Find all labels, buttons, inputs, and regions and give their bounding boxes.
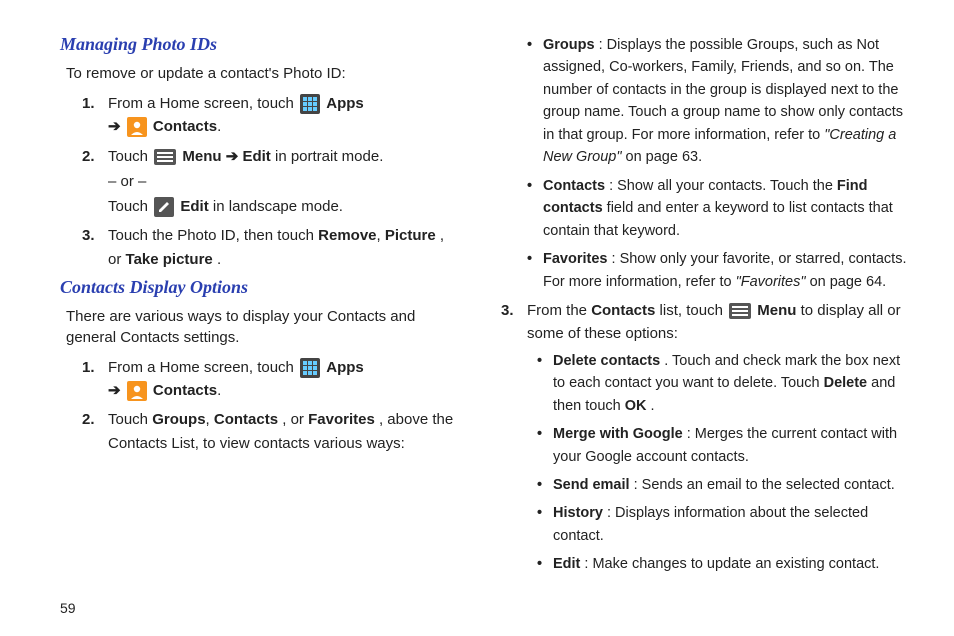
or-text: – or – [108, 170, 457, 193]
contacts-label: Contacts [214, 411, 278, 428]
apps-icon [300, 94, 320, 114]
edit-label: Edit [553, 556, 580, 572]
contacts-label: Contacts [153, 382, 217, 399]
step-text: Touch [108, 148, 152, 165]
heading-managing-photo-ids: Managing Photo IDs [60, 34, 457, 55]
step-text: Touch [108, 198, 152, 215]
step-1: From a Home screen, touch Apps ➔ Contact… [82, 356, 457, 403]
edit-icon [154, 197, 174, 217]
left-column: Managing Photo IDs To remove or update a… [60, 30, 487, 616]
step-3: From the Contacts list, touch Menu to di… [501, 299, 914, 576]
picture-label: Picture [385, 227, 436, 244]
menu-icon [154, 149, 176, 165]
contacts-icon [127, 381, 147, 401]
groups-label: Groups [543, 37, 595, 53]
contacts-label: Contacts [591, 302, 655, 319]
step-text: . [217, 251, 221, 268]
steps-list-1: From a Home screen, touch Apps ➔ Contact… [82, 92, 457, 271]
step-text: Touch [108, 411, 152, 428]
contacts-icon [127, 117, 147, 137]
bullet-text: on page 63. [626, 149, 703, 165]
step-text: From a Home screen, touch [108, 359, 298, 376]
bullet-text: . [651, 398, 655, 414]
bullet-edit: Edit : Make changes to update an existin… [537, 553, 914, 575]
favorites-label: Favorites [308, 411, 375, 428]
intro-text: To remove or update a contact's Photo ID… [66, 63, 457, 84]
bullet-merge-google: Merge with Google : Merges the current c… [537, 423, 914, 468]
bullet-delete-contacts: Delete contacts . Touch and check mark t… [537, 350, 914, 417]
delete-contacts-label: Delete contacts [553, 353, 660, 369]
right-column: Groups : Displays the possible Groups, s… [487, 30, 914, 616]
step-2: Touch Menu ➔ Edit in portrait mode. – or… [82, 145, 457, 219]
menu-label: Menu [182, 148, 221, 165]
favorites-label: Favorites [543, 251, 607, 267]
bullet-contacts: Contacts : Show all your contacts. Touch… [527, 175, 914, 242]
step-2: Touch Groups, Contacts , or Favorites , … [82, 408, 457, 455]
contacts-label: Contacts [153, 118, 217, 135]
step-text: From a Home screen, touch [108, 95, 298, 112]
step-1: From a Home screen, touch Apps ➔ Contact… [82, 92, 457, 139]
apps-label: Apps [326, 359, 364, 376]
arrow-icon: ➔ [226, 148, 243, 165]
groups-label: Groups [152, 411, 205, 428]
step-text: in portrait mode. [275, 148, 383, 165]
step-text: Touch the Photo ID, then touch [108, 227, 318, 244]
step-text: list, touch [660, 302, 728, 319]
heading-contacts-display-options: Contacts Display Options [60, 277, 457, 298]
step-text: in landscape mode. [213, 198, 343, 215]
take-picture-label: Take picture [126, 251, 213, 268]
bullet-list-1: Groups : Displays the possible Groups, s… [527, 34, 914, 293]
bullet-send-email: Send email : Sends an email to the selec… [537, 474, 914, 496]
bullet-text: on page 64. [810, 274, 887, 290]
delete-label: Delete [824, 375, 868, 391]
edit-label: Edit [180, 198, 208, 215]
apps-icon [300, 358, 320, 378]
bullet-favorites: Favorites : Show only your favorite, or … [527, 248, 914, 293]
edit-label: Edit [242, 148, 270, 165]
page-number: 59 [60, 600, 76, 616]
remove-label: Remove [318, 227, 376, 244]
step-text: From the [527, 302, 591, 319]
steps-list-3: From the Contacts list, touch Menu to di… [501, 299, 914, 576]
bullet-text: : Sends an email to the selected contact… [634, 477, 895, 493]
menu-label: Menu [757, 302, 796, 319]
bullet-groups: Groups : Displays the possible Groups, s… [527, 34, 914, 169]
send-email-label: Send email [553, 477, 630, 493]
ok-label: OK [625, 398, 647, 414]
bullet-history: History : Displays information about the… [537, 502, 914, 547]
merge-google-label: Merge with Google [553, 426, 683, 442]
bullet-text: : Make changes to update an existing con… [584, 556, 879, 572]
arrow-icon: ➔ [108, 382, 125, 399]
contacts-label: Contacts [543, 178, 605, 194]
arrow-icon: ➔ [108, 118, 125, 135]
page: Managing Photo IDs To remove or update a… [0, 0, 954, 636]
apps-label: Apps [326, 95, 364, 112]
bullet-text: : Show all your contacts. Touch the [609, 178, 837, 194]
step-text: , or [282, 411, 308, 428]
steps-list-2: From a Home screen, touch Apps ➔ Contact… [82, 356, 457, 455]
intro-text: There are various ways to display your C… [66, 306, 457, 348]
bullet-list-2: Delete contacts . Touch and check mark t… [537, 350, 914, 576]
history-label: History [553, 505, 603, 521]
ref-link: "Favorites" [736, 274, 806, 290]
menu-icon [729, 303, 751, 319]
step-3: Touch the Photo ID, then touch Remove, P… [82, 224, 457, 271]
